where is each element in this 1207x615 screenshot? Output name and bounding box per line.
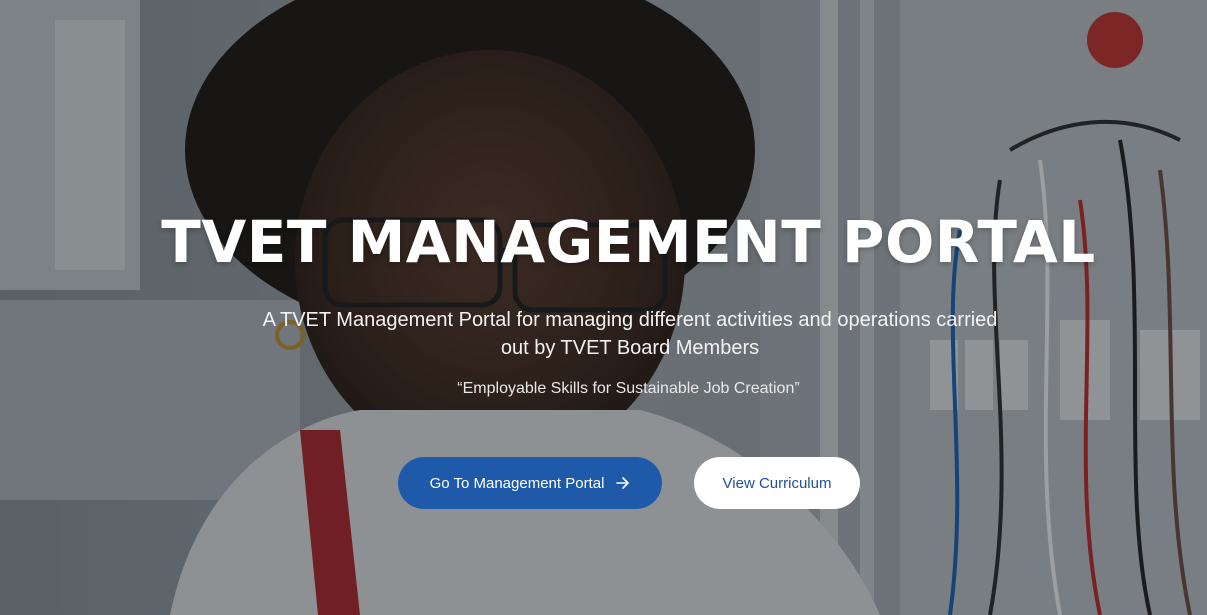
arrow-right-icon: [616, 476, 630, 490]
hero-tagline: “Employable Skills for Sustainable Job C…: [457, 380, 800, 397]
hero-section: TVET MANAGEMENT PORTAL A TVET Management…: [0, 0, 1207, 615]
go-to-management-portal-label: Go To Management Portal: [429, 474, 605, 492]
view-curriculum-button[interactable]: View Curriculum: [694, 457, 860, 509]
hero-content: TVET MANAGEMENT PORTAL A TVET Management…: [0, 0, 1207, 615]
hero-subtitle: A TVET Management Portal for managing di…: [262, 309, 998, 359]
page-title: TVET MANAGEMENT PORTAL: [161, 208, 1096, 276]
view-curriculum-label: View Curriculum: [722, 474, 832, 492]
go-to-management-portal-button[interactable]: Go To Management Portal: [398, 457, 662, 509]
